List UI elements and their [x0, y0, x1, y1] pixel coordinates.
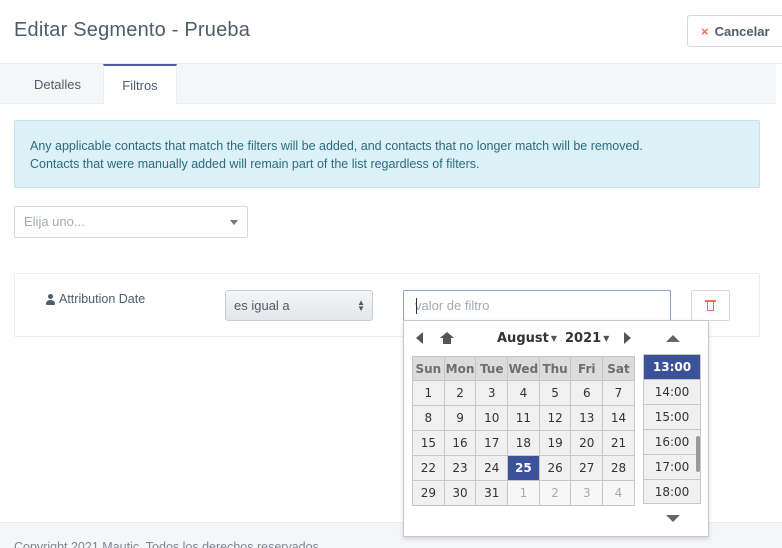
calendar-week: 1234567 — [412, 380, 635, 406]
time-list: 13:00 14:00 15:00 16:00 17:00 18:00 — [643, 354, 701, 504]
time-option[interactable]: 17:00 — [644, 455, 700, 480]
datetime-picker: August ▼ 2021 ▼ Sun Mon Tue Wed Thu Fri Sat 1234… — [403, 320, 709, 537]
calendar-day[interactable]: 5 — [538, 380, 572, 406]
calendar-day[interactable]: 4 — [507, 380, 540, 406]
filter-field-label: Attribution Date — [46, 292, 145, 306]
cancel-button[interactable]: × Cancelar — [687, 15, 782, 47]
calendar-week: 8 9 10 11 12 13 14 — [412, 405, 635, 431]
calendar-day[interactable]: 23 — [443, 455, 477, 481]
calendar-day[interactable]: 16 — [443, 430, 477, 456]
calendar-day[interactable]: 2 — [443, 380, 477, 406]
next-month-icon[interactable] — [624, 332, 631, 344]
time-option[interactable]: 14:00 — [644, 380, 700, 405]
calendar-week: 15 16 17 18 19 20 21 — [412, 430, 635, 456]
year-select[interactable]: 2021 ▼ — [565, 331, 609, 346]
calendar-day[interactable]: 30 — [443, 480, 477, 506]
calendar-day[interactable]: 28 — [602, 455, 635, 481]
month-select[interactable]: August ▼ — [497, 331, 557, 346]
close-icon: × — [701, 23, 709, 39]
chevron-down-icon: ▼ — [550, 334, 557, 343]
add-filter-select[interactable]: Elija uno... — [14, 206, 248, 238]
calendar-day[interactable]: 9 — [443, 405, 477, 431]
alert-line-1: Any applicable contacts that match the f… — [30, 139, 643, 153]
time-option[interactable]: 16:00 — [644, 430, 700, 455]
tab-detalles[interactable]: Detalles — [14, 64, 101, 104]
page-header: Editar Segmento - Prueba × Cancelar — [0, 0, 782, 64]
calendar-day[interactable]: 12 — [538, 405, 572, 431]
calendar-day[interactable]: 20 — [570, 430, 604, 456]
calendar-day[interactable]: 31 — [475, 480, 509, 506]
trash-icon — [705, 300, 716, 311]
delete-filter-button[interactable] — [691, 290, 730, 321]
calendar-day[interactable]: 8 — [412, 405, 445, 431]
calendar-week: 22 23 24 25 26 27 28 — [412, 455, 635, 481]
info-alert: Any applicable contacts that match the f… — [14, 120, 760, 188]
calendar-day[interactable]: 4 — [602, 480, 635, 506]
chevron-down-icon: ▼ — [603, 334, 610, 343]
prev-month-icon[interactable] — [416, 332, 423, 344]
calendar-day[interactable]: 1 — [507, 480, 540, 506]
weekday-header: Thu — [538, 356, 572, 381]
scrollbar-thumb[interactable] — [696, 436, 700, 472]
weekday-header: Mon — [443, 356, 477, 381]
time-option[interactable]: 13:00 — [644, 355, 700, 380]
calendar-day[interactable]: 19 — [538, 430, 572, 456]
calendar-day[interactable]: 14 — [602, 405, 635, 431]
time-scroll-down-icon[interactable] — [666, 515, 680, 522]
year-label: 2021 — [565, 331, 602, 346]
calendar-day[interactable]: 26 — [538, 455, 572, 481]
calendar-day[interactable]: 25 — [507, 455, 540, 481]
select-arrows-icon: ▲ ▼ — [357, 298, 365, 313]
calendar-day[interactable]: 10 — [475, 405, 509, 431]
calendar-day[interactable]: 3 — [570, 480, 604, 506]
user-icon — [46, 293, 55, 305]
calendar-grid: Sun Mon Tue Wed Thu Fri Sat 1 2 3 4 5 6 7 8 9 10 11 12 13 1… — [412, 356, 635, 506]
operator-select[interactable]: es igual a ▲ ▼ — [225, 290, 373, 321]
weekday-header: Fri — [570, 356, 604, 381]
weekday-header: Sun — [412, 356, 445, 381]
page-title: Editar Segmento - Prueba — [14, 19, 251, 41]
calendar-day[interactable]: 27 — [570, 455, 604, 481]
chevron-down-icon — [230, 220, 238, 225]
calendar-day[interactable]: 3 — [475, 380, 509, 406]
time-option[interactable]: 18:00 — [644, 480, 700, 503]
home-icon[interactable] — [440, 332, 454, 344]
weekday-header: Sat — [602, 356, 635, 381]
calendar-week: 29 30 31 1 2 3 4 — [412, 480, 635, 506]
month-label: August — [497, 331, 549, 346]
tab-bar: Detalles Filtros — [0, 64, 776, 105]
calendar-day[interactable]: 7 — [602, 380, 635, 406]
filter-value-placeholder: valor de filtro — [415, 298, 490, 313]
calendar-day[interactable]: 13 — [570, 405, 604, 431]
alert-line-2: Contacts that were manually added will r… — [30, 157, 480, 171]
weekday-header: Tue — [475, 356, 509, 381]
text-cursor — [416, 298, 417, 314]
filter-value-input[interactable]: valor de filtro — [403, 290, 671, 321]
calendar-day[interactable]: 2 — [538, 480, 572, 506]
calendar-day[interactable]: 6 — [570, 380, 604, 406]
calendar-day[interactable]: 11 — [507, 405, 540, 431]
calendar-day[interactable]: 1 — [412, 380, 445, 406]
calendar-day[interactable]: 29 — [412, 480, 445, 506]
time-option[interactable]: 15:00 — [644, 405, 700, 430]
calendar-day[interactable]: 22 — [412, 455, 445, 481]
operator-value: es igual a — [234, 298, 290, 313]
calendar-day[interactable]: 17 — [475, 430, 509, 456]
footer-copyright: Copyright 2021 Mautic. Todos los derecho… — [14, 540, 323, 548]
calendar-day[interactable]: 24 — [475, 455, 509, 481]
cancel-label: Cancelar — [714, 23, 770, 39]
tab-filtros[interactable]: Filtros — [103, 64, 177, 105]
time-scroll-up-icon[interactable] — [666, 335, 680, 342]
calendar-day[interactable]: 18 — [507, 430, 540, 456]
filter-field-name: Attribution Date — [59, 292, 146, 306]
add-filter-placeholder: Elija uno... — [24, 214, 85, 229]
calendar-day[interactable]: 21 — [602, 430, 635, 456]
calendar-day[interactable]: 15 — [412, 430, 445, 456]
weekday-header: Wed — [507, 356, 540, 381]
